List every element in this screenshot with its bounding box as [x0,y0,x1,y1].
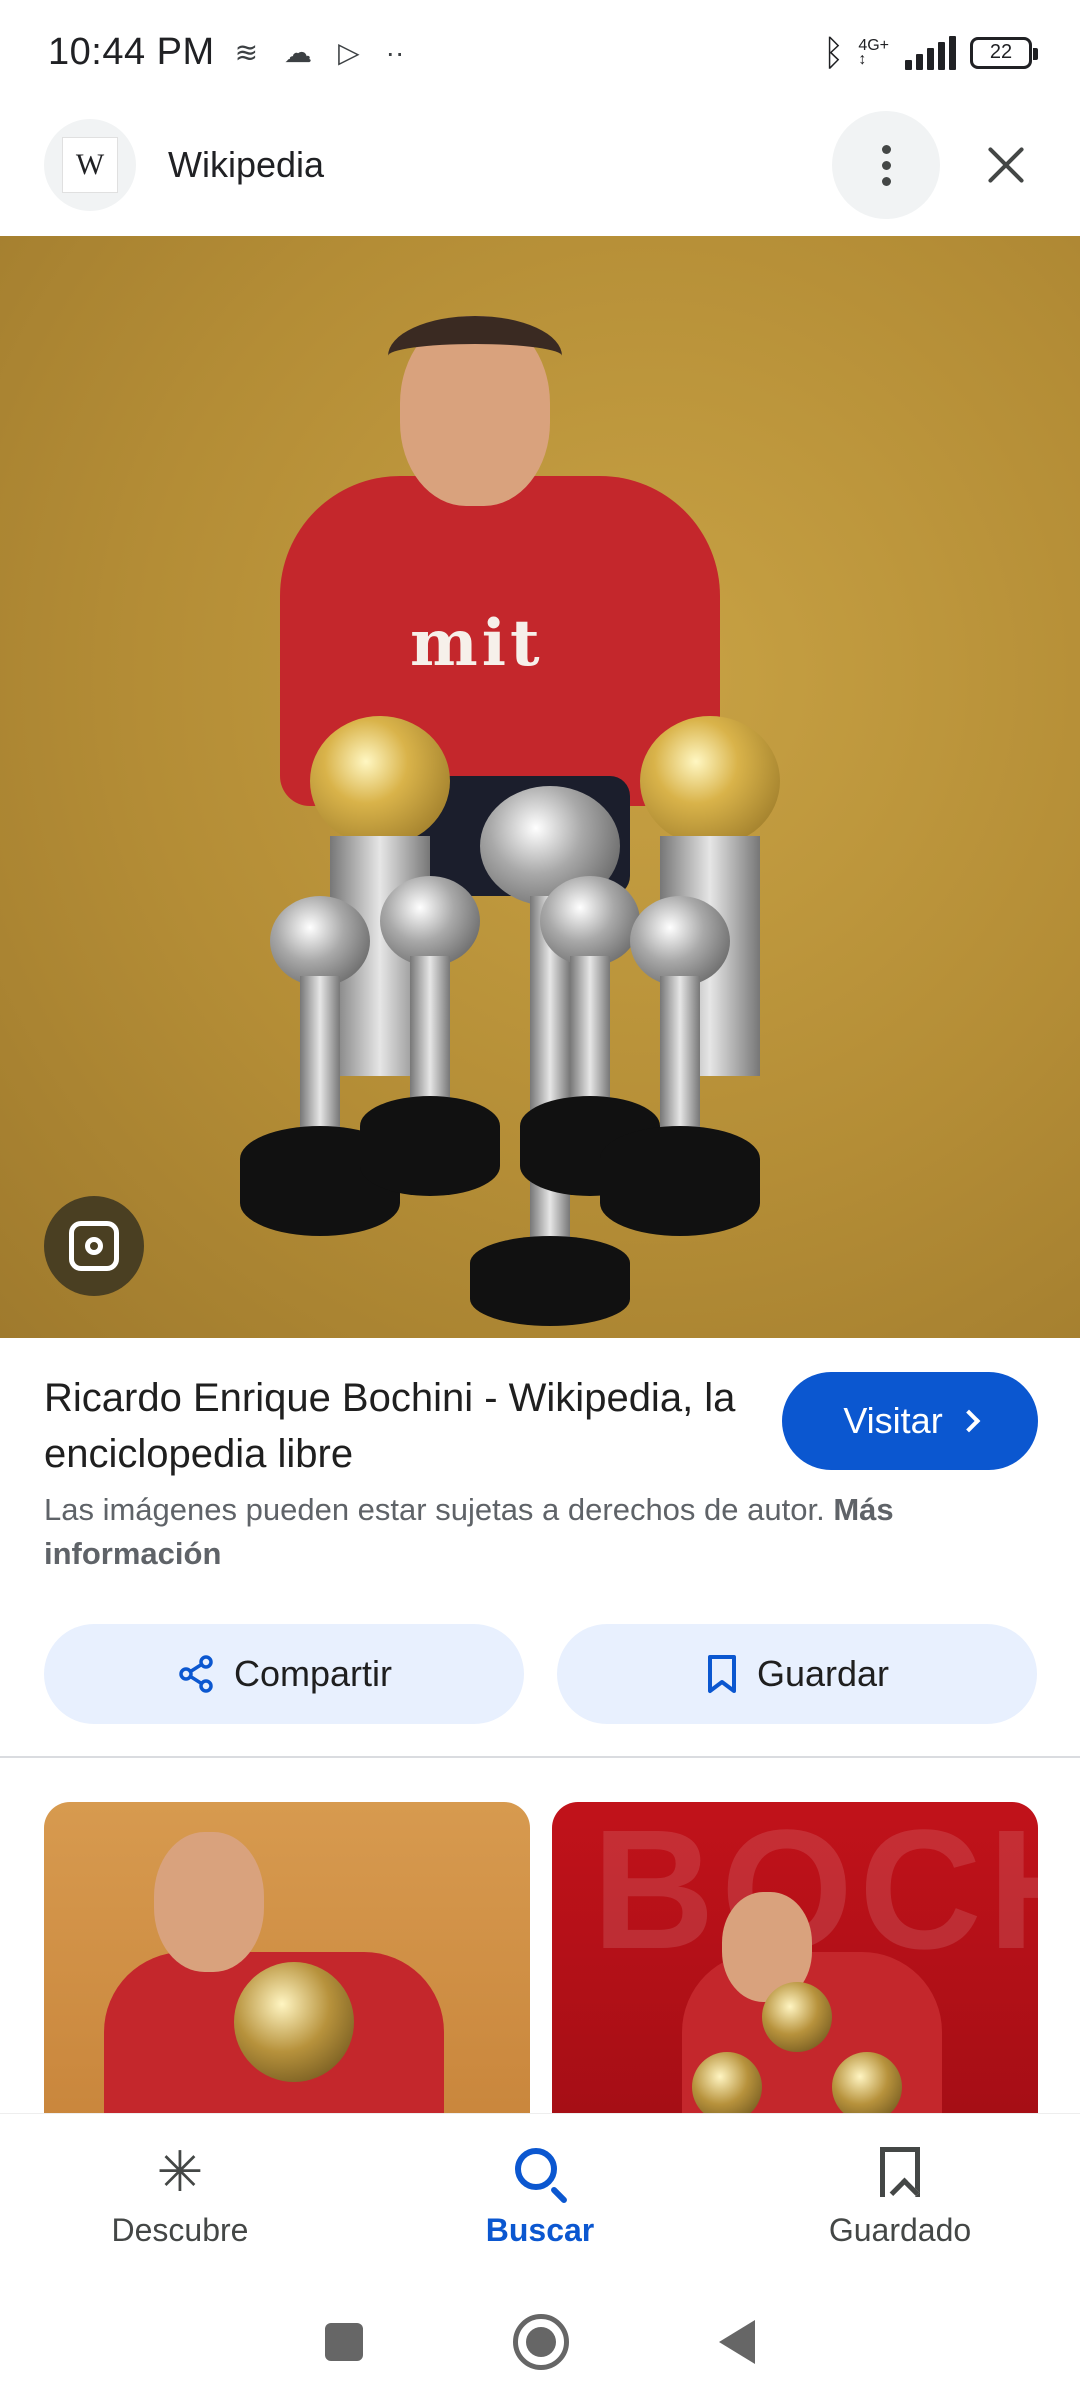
back-button[interactable] [719,2320,755,2364]
nav-saved-label: Guardado [828,2212,972,2248]
home-button[interactable] [513,2314,569,2370]
wikipedia-logo-icon[interactable]: W [44,119,136,211]
related-image-2[interactable]: BOCHINI [552,1802,1038,2122]
search-icon [510,2142,570,2202]
visit-label: Visitar [843,1400,943,1441]
save-label: Guardar [756,1653,890,1694]
share-icon [179,1655,213,1693]
copyright-notice: Las imágenes pueden estar sujetas a dere… [44,1488,1044,1576]
lens-icon [69,1221,119,1271]
more-options-button[interactable] [832,111,940,219]
network-type: 4G+ ↕ [858,36,889,68]
layers-icon: ≋ [234,37,259,68]
bookmarks-icon [870,2142,930,2202]
google-lens-button[interactable] [44,1196,144,1296]
play-icon: ▷ [338,37,360,68]
bookmark-icon [707,1655,736,1693]
site-logo-letter: W [62,137,118,193]
result-title[interactable]: Ricardo Enrique Bochini - Wikipedia, la … [44,1370,744,1482]
thumb-trophy [832,2052,902,2122]
thumb-trophy [762,1982,832,2052]
cloud-icon: ☁ [284,37,313,68]
status-system-icons: ᛒ 4G+ ↕ 22 [822,31,1038,74]
nav-discover[interactable]: ✳ Descubre [0,2114,360,2284]
dot-icon [881,144,891,154]
dot-icon [881,160,891,170]
visit-button[interactable]: Visitar [782,1372,1038,1470]
related-image-1[interactable] [44,1802,530,2122]
status-bar: 10:44 PM ≋ ☁ ▷ ·· ᛒ 4G+ ↕ 22 [0,0,1080,105]
status-time: 10:44 PM [48,31,215,73]
thumb-head [154,1832,264,1972]
site-name[interactable]: Wikipedia [168,144,324,186]
share-button[interactable]: Compartir [44,1624,524,1724]
save-button[interactable]: Guardar [557,1624,1037,1724]
status-notification-icons: ≋ ☁ ▷ ·· [235,36,405,69]
trophy-small-4 [600,896,760,1338]
system-navigation-bar [0,2284,1080,2400]
nav-saved[interactable]: Guardado [720,2114,1080,2284]
nav-discover-label: Descubre [111,2212,249,2248]
signal-icon [905,35,956,70]
battery-icon: 22 [970,36,1038,69]
bottom-navigation: ✳ Descubre Buscar Guardado [0,2114,1080,2284]
dot-icon [881,176,891,186]
result-header: W Wikipedia [0,110,1080,220]
copyright-text: Las imágenes pueden estar sujetas a dere… [44,1492,825,1527]
close-button[interactable] [976,135,1036,195]
more-dots-icon: ·· [385,36,405,68]
nav-search-label: Buscar [485,2212,595,2248]
asterisk-icon: ✳ [156,2140,204,2203]
share-label: Compartir [233,1653,393,1694]
thumb-trophy [692,2052,762,2122]
trophy-small-2 [360,876,500,1338]
result-image[interactable]: mit [0,236,1080,1338]
player-hair [388,316,562,396]
divider [0,1756,1080,1758]
chevron-right-icon [957,1409,981,1433]
battery-level: 22 [989,41,1013,63]
nav-search[interactable]: Buscar [360,2114,720,2284]
thumb-trophy [234,1962,354,2082]
bluetooth-icon: ᛒ [822,31,845,73]
recents-button[interactable] [325,2323,363,2361]
